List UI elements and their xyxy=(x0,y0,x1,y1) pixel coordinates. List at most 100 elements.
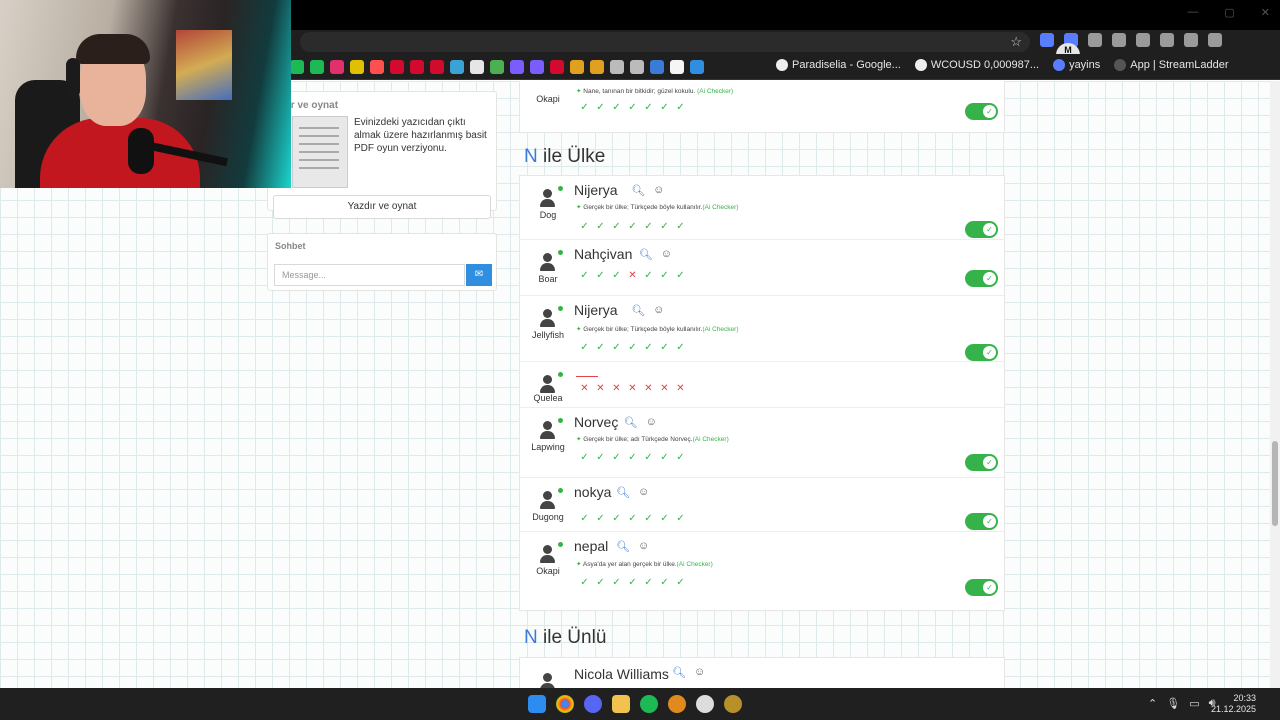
vote-check-icon[interactable]: ✓ xyxy=(642,512,655,525)
vote-check-icon[interactable]: ✓ xyxy=(674,451,687,464)
search-icon[interactable]: 🔍︎ xyxy=(616,540,630,553)
vote-check-icon[interactable]: ✓ xyxy=(674,101,687,114)
bookmark-favicon-icon[interactable] xyxy=(570,60,584,74)
bookmark-item[interactable]: Paradiselia - Google... xyxy=(776,59,901,71)
vote-check-icon[interactable]: ✓ xyxy=(674,341,687,354)
vote-check-icon[interactable]: ✓ xyxy=(578,220,591,233)
vote-check-icon[interactable]: ✓ xyxy=(626,341,639,354)
bookmark-favicon-icon[interactable] xyxy=(430,60,444,74)
vote-check-icon[interactable]: ✓ xyxy=(658,269,671,282)
reading-list-icon[interactable] xyxy=(1184,33,1198,47)
vote-check-icon[interactable]: ✓ xyxy=(594,512,607,525)
vote-check-icon[interactable]: ✓ xyxy=(674,512,687,525)
vote-check-icon[interactable]: ✓ xyxy=(578,341,591,354)
close-icon[interactable]: ✕ xyxy=(1261,6,1270,19)
discord-icon[interactable] xyxy=(584,695,602,713)
search-icon[interactable]: 🔍︎ xyxy=(639,248,653,261)
vote-cross-icon[interactable]: ✕ xyxy=(626,382,639,395)
password-key-icon[interactable] xyxy=(1112,33,1126,47)
vote-check-icon[interactable]: ✓ xyxy=(626,451,639,464)
search-icon[interactable]: 🔍︎ xyxy=(631,304,645,317)
bookmark-favicon-icon[interactable] xyxy=(370,60,384,74)
chat-send-button[interactable]: ✉ xyxy=(466,264,492,286)
vote-cross-icon[interactable]: ✕ xyxy=(626,269,639,282)
chat-message-input[interactable]: Message... xyxy=(274,264,465,286)
bookmark-favicon-icon[interactable] xyxy=(610,60,624,74)
vote-check-icon[interactable]: ✓ xyxy=(594,220,607,233)
bookmark-favicon-icon[interactable] xyxy=(690,60,704,74)
accept-toggle[interactable]: ✓ xyxy=(965,270,998,287)
bookmark-favicon-icon[interactable] xyxy=(590,60,604,74)
bookmark-favicon-icon[interactable] xyxy=(490,60,504,74)
bookmark-item[interactable]: App | StreamLadder xyxy=(1114,59,1229,71)
bookmark-favicon-icon[interactable] xyxy=(410,60,424,74)
bookmark-favicon-icon[interactable] xyxy=(530,60,544,74)
emoji-icon[interactable]: ☺ xyxy=(661,248,672,261)
minimize-icon[interactable]: — xyxy=(1187,6,1198,19)
address-bar[interactable]: ☆ xyxy=(300,32,1030,52)
vote-check-icon[interactable]: ✓ xyxy=(610,220,623,233)
emoji-icon[interactable]: ☺ xyxy=(694,666,705,679)
chevron-up-icon[interactable]: ⌃ xyxy=(1148,697,1157,710)
vote-cross-icon[interactable]: ✕ xyxy=(610,382,623,395)
accept-toggle[interactable]: ✓ xyxy=(965,579,998,596)
emoji-icon[interactable]: ☺ xyxy=(638,540,649,553)
spotify-icon[interactable] xyxy=(640,695,658,713)
accept-toggle[interactable]: ✓ xyxy=(965,344,998,361)
vote-check-icon[interactable]: ✓ xyxy=(594,101,607,114)
search-icon[interactable]: 🔍︎ xyxy=(624,416,638,429)
scrollbar-thumb[interactable] xyxy=(1272,441,1278,526)
bookmark-favicon-icon[interactable] xyxy=(450,60,464,74)
vote-check-icon[interactable]: ✓ xyxy=(610,451,623,464)
vote-check-icon[interactable]: ✓ xyxy=(658,451,671,464)
accept-toggle[interactable]: ✓ xyxy=(965,454,998,471)
pdf-thumbnail[interactable] xyxy=(292,116,348,188)
vote-cross-icon[interactable]: ✕ xyxy=(578,382,591,395)
emoji-icon[interactable]: ☺ xyxy=(653,184,664,197)
vote-check-icon[interactable]: ✓ xyxy=(642,101,655,114)
vote-check-icon[interactable]: ✓ xyxy=(658,512,671,525)
bookmark-item[interactable]: WCOUSD 0,000987... xyxy=(914,59,1039,71)
vote-check-icon[interactable]: ✓ xyxy=(578,512,591,525)
bookmark-favicon-icon[interactable] xyxy=(550,60,564,74)
vote-check-icon[interactable]: ✓ xyxy=(610,101,623,114)
vote-check-icon[interactable]: ✓ xyxy=(578,269,591,282)
vote-check-icon[interactable]: ✓ xyxy=(674,269,687,282)
search-icon[interactable]: 🔍︎ xyxy=(616,486,630,499)
clock[interactable]: 20:33 21.12.2025 xyxy=(1211,693,1256,715)
chrome-icon[interactable] xyxy=(556,695,574,713)
vote-check-icon[interactable]: ✓ xyxy=(642,220,655,233)
windows-start-icon[interactable] xyxy=(528,695,546,713)
scrollbar[interactable] xyxy=(1270,81,1280,688)
accept-toggle[interactable]: ✓ xyxy=(965,103,998,120)
folder-icon[interactable] xyxy=(612,695,630,713)
vote-check-icon[interactable]: ✓ xyxy=(674,576,687,589)
vote-check-icon[interactable]: ✓ xyxy=(610,576,623,589)
vote-check-icon[interactable]: ✓ xyxy=(626,576,639,589)
vote-check-icon[interactable]: ✓ xyxy=(658,220,671,233)
bookmark-favicon-icon[interactable] xyxy=(350,60,364,74)
vote-check-icon[interactable]: ✓ xyxy=(642,451,655,464)
translate-icon[interactable] xyxy=(1160,33,1174,47)
accept-toggle[interactable]: ✓ xyxy=(965,221,998,238)
bookmark-item[interactable]: yayins xyxy=(1053,59,1100,71)
link-icon[interactable] xyxy=(1136,33,1150,47)
search-icon[interactable]: 🔍︎ xyxy=(631,184,645,197)
vote-check-icon[interactable]: ✓ xyxy=(626,512,639,525)
vote-check-icon[interactable]: ✓ xyxy=(610,512,623,525)
vote-check-icon[interactable]: ✓ xyxy=(626,220,639,233)
vote-cross-icon[interactable]: ✕ xyxy=(642,382,655,395)
vote-check-icon[interactable]: ✓ xyxy=(626,101,639,114)
emoji-icon[interactable]: ☺ xyxy=(653,304,664,317)
emoji-icon[interactable]: ☺ xyxy=(646,416,657,429)
vote-cross-icon[interactable]: ✕ xyxy=(658,382,671,395)
bookmark-favicon-icon[interactable] xyxy=(510,60,524,74)
accept-toggle[interactable]: ✓ xyxy=(965,513,998,530)
vote-check-icon[interactable]: ✓ xyxy=(658,576,671,589)
bookmark-favicon-icon[interactable] xyxy=(470,60,484,74)
search-icon[interactable]: 🔍︎ xyxy=(672,666,686,679)
bookmark-favicon-icon[interactable] xyxy=(650,60,664,74)
vote-check-icon[interactable]: ✓ xyxy=(578,451,591,464)
display-icon[interactable]: ▭ xyxy=(1189,697,1199,710)
vote-check-icon[interactable]: ✓ xyxy=(642,576,655,589)
